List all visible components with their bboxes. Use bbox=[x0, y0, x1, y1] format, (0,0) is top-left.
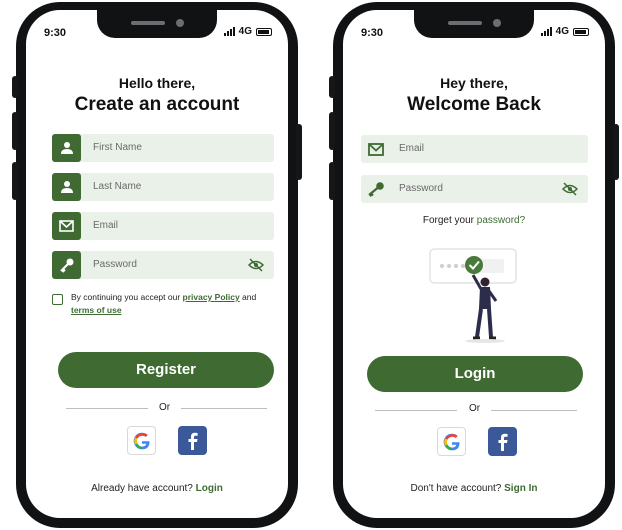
login-prompt: Already have account? Login bbox=[26, 483, 288, 494]
privacy-policy-link[interactable]: privacy Policy bbox=[183, 292, 240, 302]
greeting: Hey there, bbox=[440, 75, 508, 91]
password-field[interactable]: Password bbox=[361, 175, 588, 203]
login-phone: 9:30 4G Hey there, Welcome Back Email Pa… bbox=[329, 2, 619, 528]
signal-icon bbox=[223, 27, 235, 36]
first-name-field[interactable]: First Name bbox=[52, 134, 274, 162]
forgot-password: Forget your password? bbox=[343, 215, 605, 226]
terms-checkbox[interactable] bbox=[52, 294, 63, 305]
greeting: Hello there, bbox=[118, 75, 196, 91]
email-field[interactable]: Email bbox=[361, 135, 588, 163]
first-name-placeholder: First Name bbox=[93, 142, 142, 153]
password-field[interactable]: Password bbox=[52, 251, 274, 279]
facebook-icon bbox=[188, 432, 198, 450]
terms-text: By continuing you accept our privacy Pol… bbox=[71, 291, 271, 317]
divider-line-left bbox=[375, 410, 457, 411]
forgot-text: Forget your bbox=[422, 215, 477, 226]
divider-line-right bbox=[491, 410, 577, 411]
login-link[interactable]: Login bbox=[196, 483, 223, 494]
network-label: 4G bbox=[555, 26, 569, 37]
terms-and: and bbox=[239, 292, 257, 302]
google-login-button[interactable] bbox=[127, 426, 156, 455]
status-time: 9:30 bbox=[44, 27, 67, 39]
status-indicators: 4G bbox=[223, 26, 272, 37]
terms-prefix: By continuing you accept our bbox=[71, 292, 183, 302]
mail-icon bbox=[52, 212, 81, 240]
password-placeholder: Password bbox=[93, 259, 137, 270]
eye-off-icon[interactable] bbox=[247, 258, 265, 272]
sign-in-link[interactable]: Sign In bbox=[504, 483, 537, 494]
google-icon bbox=[133, 432, 150, 449]
email-field[interactable]: Email bbox=[52, 212, 274, 240]
volume-up-button bbox=[12, 112, 18, 150]
volume-down-button bbox=[12, 162, 18, 200]
login-prompt-text: Already have account? bbox=[91, 483, 196, 494]
network-label: 4G bbox=[238, 26, 252, 37]
register-screen: 9:30 4G Hello there, Create an account F… bbox=[26, 10, 288, 518]
divider-line-right bbox=[181, 408, 267, 409]
login-illustration bbox=[428, 247, 528, 347]
last-name-placeholder: Last Name bbox=[93, 181, 142, 192]
divider-line-left bbox=[66, 408, 148, 409]
login-screen: 9:30 4G Hey there, Welcome Back Email Pa… bbox=[343, 10, 605, 518]
signup-prompt-text: Don't have account? bbox=[410, 483, 505, 494]
email-placeholder: Email bbox=[93, 220, 119, 231]
eye-off-icon[interactable] bbox=[561, 182, 579, 196]
notch bbox=[97, 10, 217, 38]
notch bbox=[414, 10, 534, 38]
password-placeholder: Password bbox=[399, 183, 443, 194]
battery-icon bbox=[573, 27, 589, 36]
battery-icon bbox=[256, 27, 272, 36]
volume-down-button bbox=[329, 162, 335, 200]
power-button bbox=[296, 124, 302, 180]
mail-icon bbox=[361, 135, 390, 163]
google-icon bbox=[443, 433, 460, 450]
login-button[interactable]: Login bbox=[367, 356, 583, 392]
page-title: Create an account bbox=[74, 94, 240, 115]
signal-icon bbox=[540, 27, 552, 36]
volume-up-button bbox=[329, 112, 335, 150]
mute-switch bbox=[329, 76, 335, 98]
power-button bbox=[613, 124, 619, 180]
mute-switch bbox=[12, 76, 18, 98]
facebook-login-button[interactable] bbox=[178, 426, 207, 455]
facebook-login-button[interactable] bbox=[488, 427, 517, 456]
email-placeholder: Email bbox=[399, 143, 425, 154]
user-icon bbox=[52, 173, 81, 201]
google-login-button[interactable] bbox=[437, 427, 466, 456]
or-divider: Or bbox=[469, 403, 481, 414]
facebook-icon bbox=[498, 433, 508, 451]
status-time: 9:30 bbox=[361, 27, 384, 39]
page-title: Welcome Back bbox=[407, 94, 541, 115]
signup-prompt: Don't have account? Sign In bbox=[343, 483, 605, 494]
user-icon bbox=[52, 134, 81, 162]
forgot-password-link[interactable]: password? bbox=[477, 215, 525, 226]
register-button[interactable]: Register bbox=[58, 352, 274, 388]
status-indicators: 4G bbox=[540, 26, 589, 37]
or-divider: Or bbox=[159, 402, 171, 413]
register-phone: 9:30 4G Hello there, Create an account F… bbox=[12, 2, 302, 528]
key-icon bbox=[361, 175, 390, 203]
last-name-field[interactable]: Last Name bbox=[52, 173, 274, 201]
key-icon bbox=[52, 251, 81, 279]
terms-of-use-link[interactable]: terms of use bbox=[71, 305, 122, 315]
